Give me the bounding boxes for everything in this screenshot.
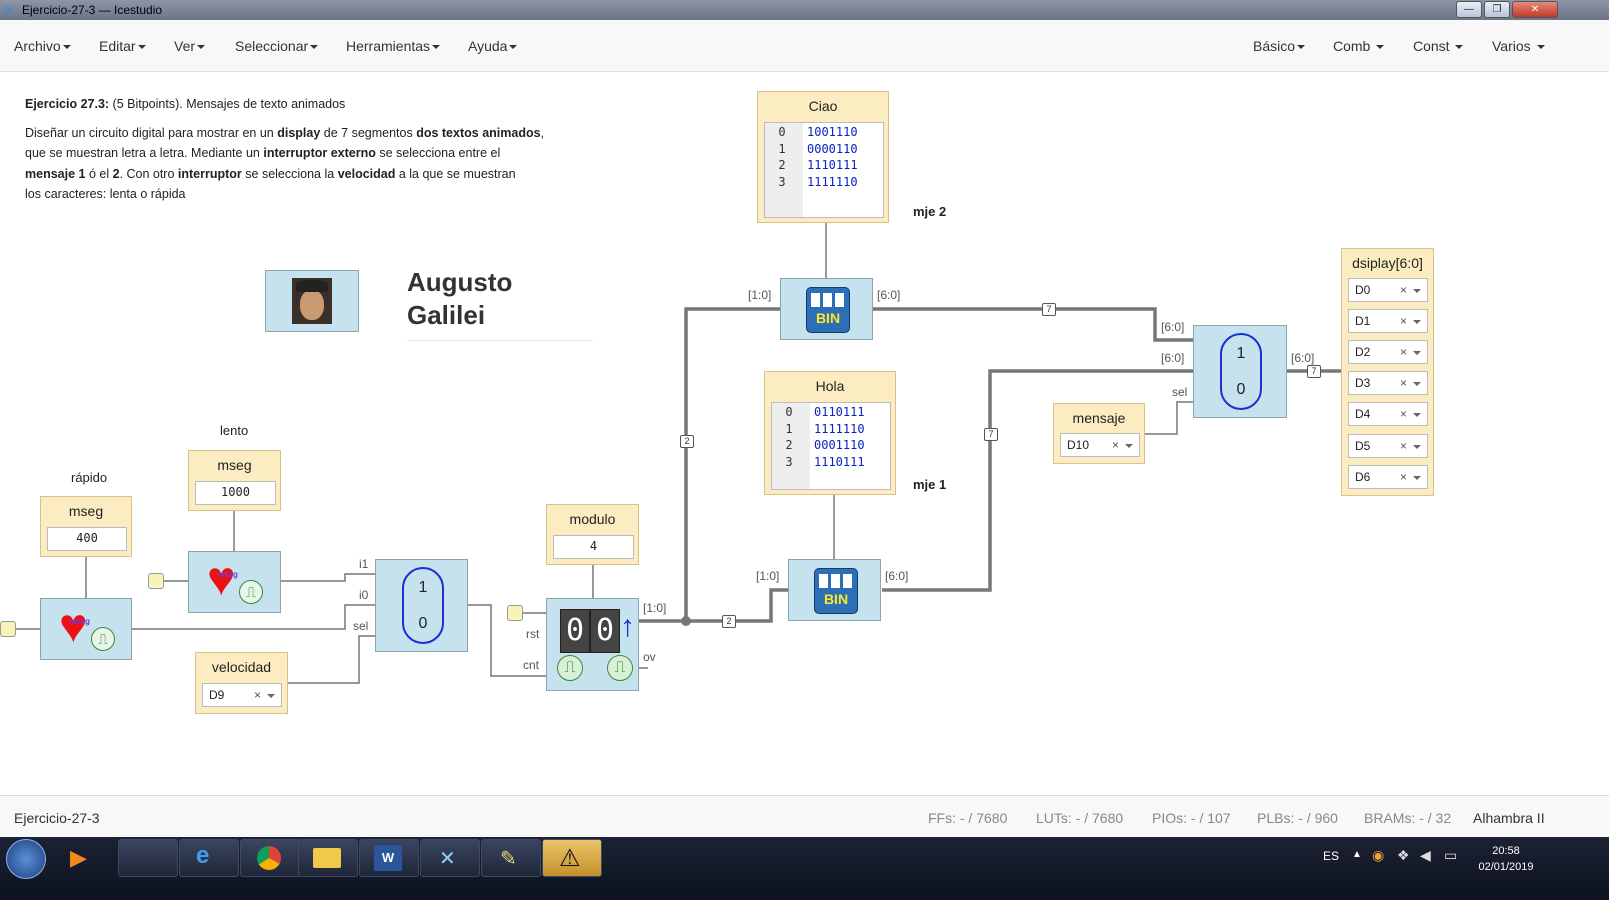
input-mensaje[interactable]: mensaje D10 ×: [1053, 403, 1145, 464]
modulo-value-input[interactable]: 4: [553, 535, 634, 559]
output-display-title: dsiplay[6:0]: [1352, 255, 1423, 271]
mux-speed[interactable]: 1 0: [375, 559, 468, 652]
author-underline: [407, 340, 593, 341]
bin-icon: BIN: [814, 568, 858, 614]
network-icon[interactable]: ▭: [1444, 847, 1457, 864]
pin-select-mensaje[interactable]: D10 ×: [1060, 433, 1140, 457]
taskbar-chrome-icon[interactable]: [240, 839, 300, 877]
output-display[interactable]: dsiplay[6:0] D0 × D1 × D2 × D3 × D4 × D5 × D6 ×: [1341, 248, 1434, 496]
input-pin-clk-rapido[interactable]: [0, 621, 16, 637]
wire-ciao-mux: [873, 307, 1193, 342]
author-name: Augusto Galilei: [407, 267, 513, 330]
pin-select-d5[interactable]: D5 ×: [1348, 434, 1428, 458]
param-mseg-rapido[interactable]: mseg 400: [40, 496, 132, 557]
counter-digit: 0: [590, 609, 620, 653]
taskbar-paint-icon[interactable]: ✎: [481, 839, 541, 877]
clock[interactable]: 20:58 02/01/2019: [1474, 843, 1538, 875]
heart-timer-rapido[interactable]: ♥ mseg ⎍: [40, 598, 132, 660]
bin-block-hola[interactable]: BIN: [788, 559, 881, 621]
pin-select-d0[interactable]: D0 ×: [1348, 278, 1428, 302]
memory-hola[interactable]: Hola 0 0110111 1 1111110 2 0001110 3 1110111: [764, 371, 896, 495]
input-pin-clk-lento[interactable]: [148, 573, 164, 589]
pin-select-velocidad[interactable]: D9 ×: [202, 683, 282, 707]
memory-hola-title: Hola: [815, 378, 845, 394]
tray-dropbox-icon[interactable]: ❖: [1397, 847, 1410, 864]
language-indicator[interactable]: ES: [1323, 849, 1339, 863]
author-photo-block[interactable]: [265, 270, 359, 332]
caption-rapido: rápido: [71, 470, 108, 485]
param-modulo[interactable]: modulo 4: [546, 504, 639, 565]
taskbar-ie-icon[interactable]: e: [179, 839, 239, 877]
input-velocidad-title: velocidad: [211, 659, 272, 675]
media-player-icon[interactable]: ▶: [70, 845, 87, 871]
mux-message[interactable]: 1 0: [1193, 325, 1287, 418]
clock-pulse-icon: ⎍: [557, 655, 583, 681]
start-button[interactable]: [6, 839, 46, 879]
taskbar-calculator-icon[interactable]: [118, 839, 178, 877]
taskbar-explorer-icon[interactable]: [298, 839, 358, 877]
tray-expand-icon[interactable]: ▲: [1352, 849, 1362, 860]
wire-tag: 7: [1042, 303, 1056, 316]
pin-select-d6[interactable]: D6 ×: [1348, 465, 1428, 489]
clock-pulse-icon: ⎍: [239, 580, 263, 604]
board-name[interactable]: Alhambra II: [1473, 810, 1545, 826]
wire-tag: 2: [722, 615, 736, 628]
wire-junction: [681, 616, 691, 626]
wire-tag: 7: [984, 428, 998, 441]
stat-plbs: PLBs: - / 960: [1257, 810, 1338, 826]
project-name: Ejercicio-27-3: [14, 810, 100, 826]
param-mseg-lento[interactable]: mseg 1000: [188, 450, 281, 511]
taskbar-word-icon[interactable]: W: [359, 839, 419, 877]
clock-pulse-icon: ⎍: [91, 627, 115, 651]
input-pin-rst[interactable]: [507, 605, 523, 621]
label-mje1: mje 1: [913, 477, 947, 492]
taskbar-warning-icon[interactable]: ⚠: [542, 839, 602, 877]
clock-pulse-icon: ⎍: [607, 655, 633, 681]
author-photo: [292, 278, 332, 324]
pin-select-d1[interactable]: D1 ×: [1348, 309, 1428, 333]
taskbar-icestudio-icon[interactable]: ✕: [420, 839, 480, 877]
arrow-up-icon: ↑: [620, 610, 635, 643]
tray-app-icon[interactable]: ◉: [1372, 847, 1384, 864]
pin-select-d2[interactable]: D2 ×: [1348, 340, 1428, 364]
stat-pios: PIOs: - / 107: [1152, 810, 1231, 826]
bin-icon: BIN: [806, 287, 850, 333]
heart-icon: ♥: [59, 600, 88, 653]
volume-icon[interactable]: ◀: [1420, 847, 1431, 864]
mux-symbol: 1 0: [402, 567, 444, 644]
mseg-lento-input[interactable]: 1000: [195, 481, 276, 505]
param-modulo-title: modulo: [569, 511, 616, 527]
memory-ciao[interactable]: Ciao 0 1001110 1 0000110 2 1110111 3 1111110: [757, 91, 889, 223]
mux-symbol: 1 0: [1220, 333, 1262, 410]
exercise-description: Ejercicio 27.3: (5 Bitpoints). Mensajes …: [25, 97, 545, 201]
status-bar: Ejercicio-27-3 FFs: - / 7680 LUTs: - / 7…: [0, 795, 1609, 838]
pin-select-d3[interactable]: D3 ×: [1348, 371, 1428, 395]
stat-brams: BRAMs: - / 32: [1364, 810, 1452, 826]
stat-ffs: FFs: - / 7680: [928, 810, 1008, 826]
input-mensaje-title: mensaje: [1072, 410, 1126, 426]
taskbar: ▶ e W ✕ ✎ ⚠ ES ▲ ◉ ❖ ◀ ▭ 20:58 02/01/201…: [0, 837, 1609, 900]
label-mje2: mje 2: [913, 204, 947, 219]
stat-luts: LUTs: - / 7680: [1036, 810, 1124, 826]
caption-lento: lento: [220, 423, 249, 438]
input-velocidad[interactable]: velocidad D9 ×: [195, 652, 288, 714]
memory-ciao-table[interactable]: 0 1001110 1 0000110 2 1110111 3 1111110: [764, 122, 884, 218]
heart-icon: ♥: [207, 553, 236, 606]
counter-block[interactable]: 0 0 ↑ ⎍ ⎍: [546, 598, 639, 691]
memory-ciao-title: Ciao: [808, 98, 838, 114]
mseg-rapido-input[interactable]: 400: [47, 527, 127, 551]
counter-digit: 0: [560, 609, 590, 653]
pin-select-d4[interactable]: D4 ×: [1348, 402, 1428, 426]
heart-timer-lento[interactable]: ♥ mseg ⎍: [188, 551, 281, 613]
bin-block-ciao[interactable]: BIN: [780, 278, 873, 340]
wire-tag: 2: [680, 435, 694, 448]
wire-tag: 7: [1307, 365, 1321, 378]
memory-hola-table[interactable]: 0 0110111 1 1111110 2 0001110 3 1110111: [771, 402, 891, 490]
